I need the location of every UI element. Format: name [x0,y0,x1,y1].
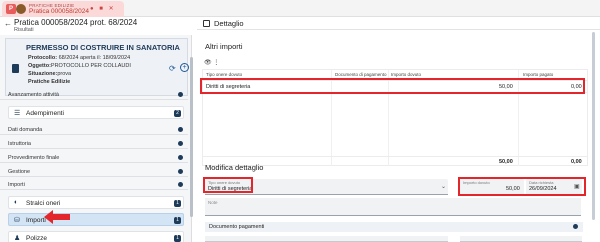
protocollo-value: 68/2024 aperta il: 18/09/2024 [58,55,131,61]
collapse-icon[interactable] [178,182,183,187]
tab-pratica[interactable]: P PRATICHE EDILIZIE Pratica 000058/2024 … [2,1,124,17]
sidebar-item-stralci-oneri[interactable]: ◐ Stralci oneri 1 [8,196,184,209]
right-scrollbar[interactable] [592,32,595,220]
section-title-altri-importi: Altri importi [205,42,243,51]
results-link[interactable]: Risultati [14,27,34,33]
pratica-type-title: PERMESSO DI COSTRUIRE IN SANATORIA [26,43,180,52]
count-badge: 1 [174,235,181,242]
sidebar-item-label: Polizze [26,235,47,242]
categoria-value: Pratiche Edilizie [28,79,71,85]
section-label: Avanzamento attività [8,92,59,98]
bottom-field[interactable] [460,236,582,242]
protocollo-line: Protocollo: 68/2024 aperta il: 18/09/202… [28,55,130,61]
pie-chart-icon: ◐ [14,199,19,206]
column-header[interactable]: Importo pagato [523,72,553,77]
section-title-modifica: Modifica dettaglio [205,163,264,172]
oggetto-value: PROTOCOLLO PER COLLAUDI [50,63,131,69]
list-settings-icon: ☰ [14,110,21,117]
section-label: Dati domanda [8,127,43,133]
section-label: Gestione [8,169,31,175]
oggetto-line: Oggetto:PROTOCOLLO PER COLLAUDI [28,63,131,69]
expand-icon[interactable] [178,92,183,97]
section-provvedimento[interactable]: Provvedimento finale [0,153,188,163]
column-header[interactable]: Documento di pagamento [335,72,387,77]
document-icon [12,64,19,73]
section-label: Documento pagamenti [209,224,265,230]
total-pagato: 0,00 [571,159,582,165]
count-badge: 1 [174,200,181,207]
chevron-down-icon[interactable]: ⌄ [441,183,446,190]
highlight-tipo-onere [203,177,253,193]
section-label: Importi [8,182,25,188]
panel-icon[interactable] [203,20,210,27]
categoria-line: Pratiche Edilizie [28,79,70,85]
coins-icon: ⛁ [14,217,20,224]
person-icon: ♟ [14,235,21,242]
detail-panel: Dettaglio Altri importi 👁 ⋮ Tipo onere d… [197,17,600,242]
tab-title: Pratica 000058/2024 [29,8,89,15]
documento-pagamenti-section[interactable]: Documento pagamenti [205,222,583,232]
app-icon: P [6,4,16,14]
pratica-card: PERMESSO DI COSTRUIRE IN SANATORIA Proto… [5,38,189,96]
refresh-icon[interactable]: ⟳ [169,64,176,73]
count-badge: 1 [174,217,181,224]
detail-header: Dettaglio [197,17,600,30]
section-istruttoria[interactable]: Istruttoria [0,139,188,149]
expand-icon[interactable] [178,155,183,160]
oggetto-label: Oggetto: [28,63,51,69]
expand-icon[interactable] [178,141,183,146]
section-gestione[interactable]: Gestione [0,167,188,177]
back-arrow-icon[interactable]: ← [4,19,12,28]
sidebar-item-label: Importi [26,217,46,224]
protocollo-label: Protocollo: [28,55,58,61]
situazione-value: prova [57,71,72,77]
section-label: Istruttoria [8,141,31,147]
sidebar-item-importi[interactable]: ⛁ Importi 1 [8,213,184,226]
left-scrollbar[interactable] [190,57,193,217]
expand-icon[interactable] [178,169,183,174]
situazione-line: Situazione:prova [28,71,71,77]
expand-icon[interactable] [178,127,183,132]
section-label: Provvedimento finale [8,155,60,161]
sidebar-item-adempimenti[interactable]: ☰ Adempimenti 2 [8,106,184,119]
sidebar-item-label: Stralci oneri [26,200,61,207]
table-toolbar[interactable]: 👁 ⋮ [204,59,219,66]
field-label: Note [208,200,218,205]
page-title: Pratica 000058/2024 prot. 68/2024 [14,18,138,27]
highlight-table-row [200,78,585,94]
note-textarea[interactable]: Note [205,198,581,216]
left-header: ← Pratica 000058/2024 prot. 68/2024 Risu… [0,17,192,35]
total-dovuto: 50,00 [499,159,513,165]
section-dati-domanda[interactable]: Dati domanda [0,125,188,135]
count-badge: 2 [174,110,181,117]
detail-title: Dettaglio [214,19,244,28]
collapse-icon[interactable] [573,224,578,229]
left-panel: ← Pratica 000058/2024 prot. 68/2024 Risu… [0,17,193,242]
highlight-importo-data [458,177,586,196]
add-icon[interactable]: + [180,63,189,72]
sidebar-item-polizze[interactable]: ♟ Polizze 1 [8,231,184,242]
section-importi[interactable]: Importi [0,180,188,190]
section-avanzamento[interactable]: Avanzamento attività [0,90,188,100]
logo-icon [16,4,26,14]
annotation-arrow-icon [44,210,70,224]
tab-controls[interactable]: ● ■ ✕ [90,5,116,12]
bottom-field[interactable] [205,236,448,242]
column-header[interactable]: Tipo onere dovuto [206,72,242,77]
sidebar-item-label: Adempimenti [26,110,64,117]
column-header[interactable]: Importo dovuto [391,72,421,77]
tab-bar: P PRATICHE EDILIZIE Pratica 000058/2024 … [0,0,600,17]
situazione-label: Situazione: [28,71,58,77]
